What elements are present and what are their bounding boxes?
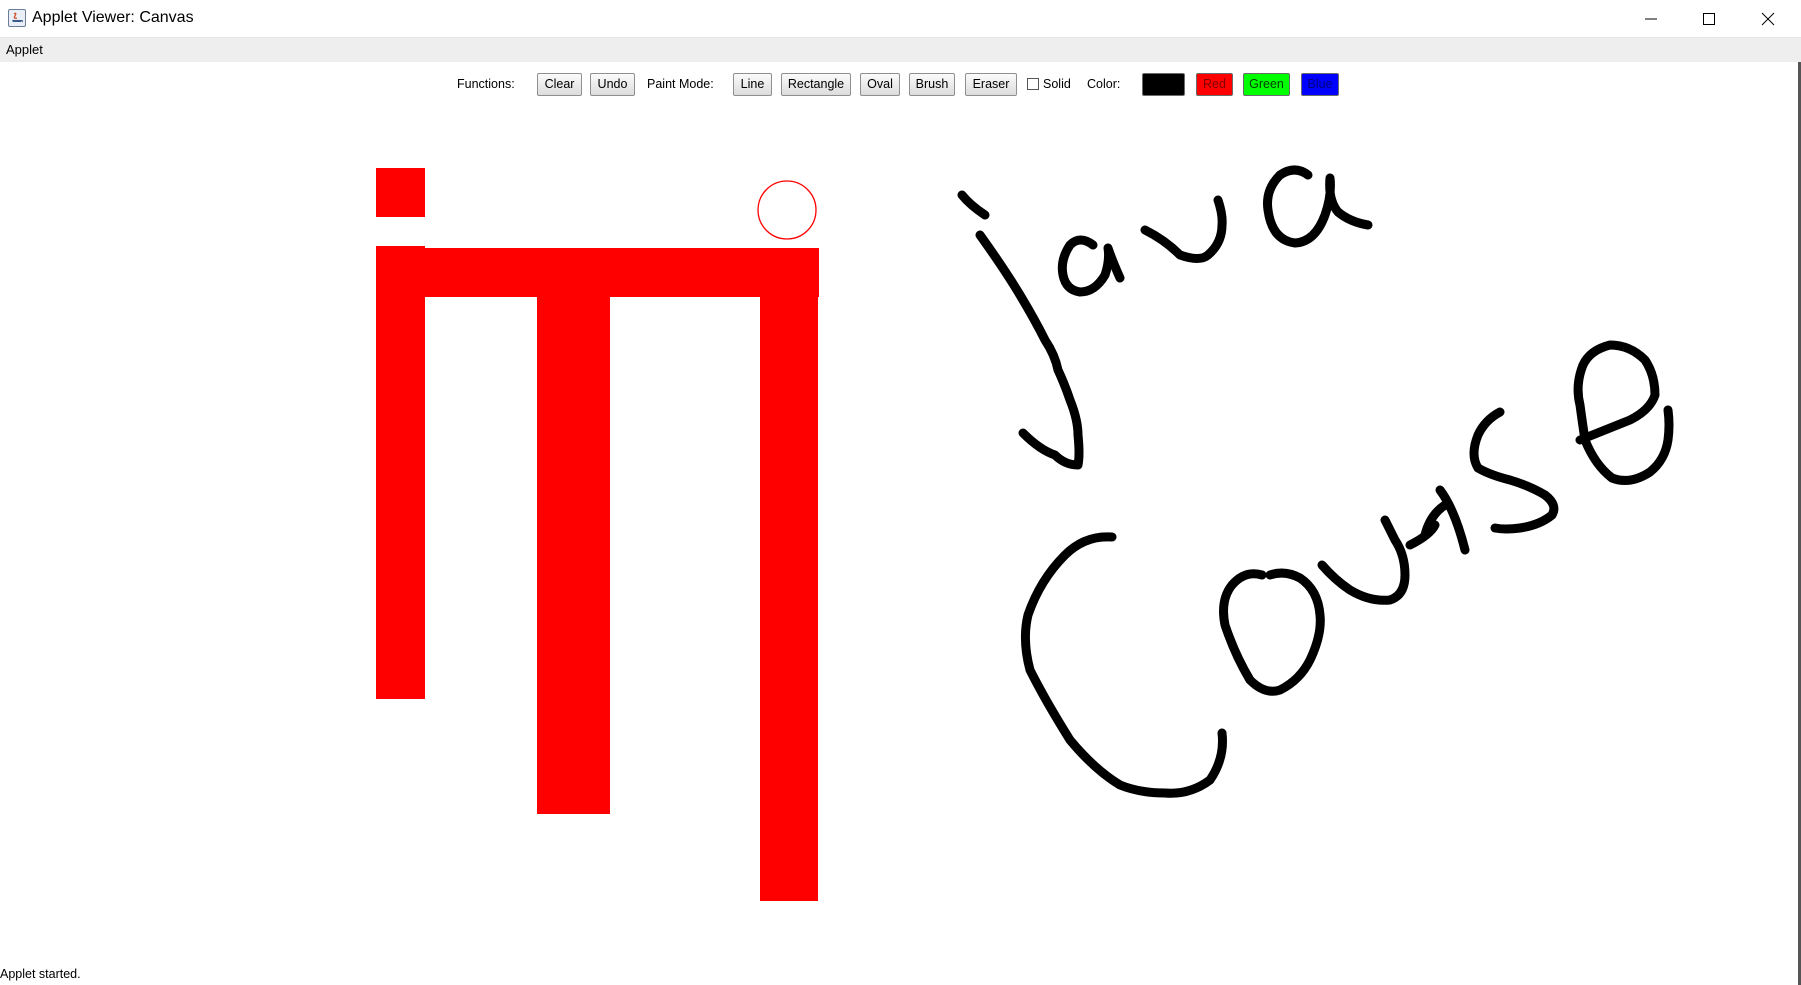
status-text: Applet started. — [0, 967, 81, 981]
oval-mode-button[interactable]: Oval — [860, 73, 900, 96]
red-right-bar — [760, 248, 818, 901]
red-top-bar — [424, 248, 819, 297]
toolbar: Functions: Clear Undo Paint Mode: Line R… — [0, 72, 1798, 98]
color-label: Color: — [1087, 77, 1121, 91]
red-oval-outline — [757, 180, 817, 240]
eraser-mode-button[interactable]: Eraser — [965, 73, 1017, 96]
brush-mode-button[interactable]: Brush — [909, 73, 955, 96]
handwriting-course — [1020, 340, 1674, 798]
canvas-drawing — [376, 165, 1674, 901]
solid-label: Solid — [1043, 77, 1071, 91]
red-square — [376, 168, 425, 217]
line-mode-button[interactable]: Line — [733, 73, 772, 96]
red-shapes — [376, 168, 819, 901]
color-blue-button[interactable]: Blue — [1301, 73, 1339, 96]
functions-label: Functions: — [457, 77, 515, 91]
rectangle-mode-button[interactable]: Rectangle — [781, 73, 851, 96]
color-green-button[interactable]: Green — [1243, 73, 1290, 96]
red-middle-bar — [537, 248, 610, 814]
color-black-button[interactable] — [1142, 73, 1185, 96]
red-left-bar — [376, 246, 425, 699]
paint-mode-label: Paint Mode: — [647, 77, 714, 91]
solid-checkbox[interactable] — [1027, 78, 1039, 90]
clear-button[interactable]: Clear — [537, 73, 582, 96]
handwriting-java — [957, 165, 1373, 470]
undo-button[interactable]: Undo — [590, 73, 635, 96]
color-red-button[interactable]: Red — [1196, 73, 1233, 96]
